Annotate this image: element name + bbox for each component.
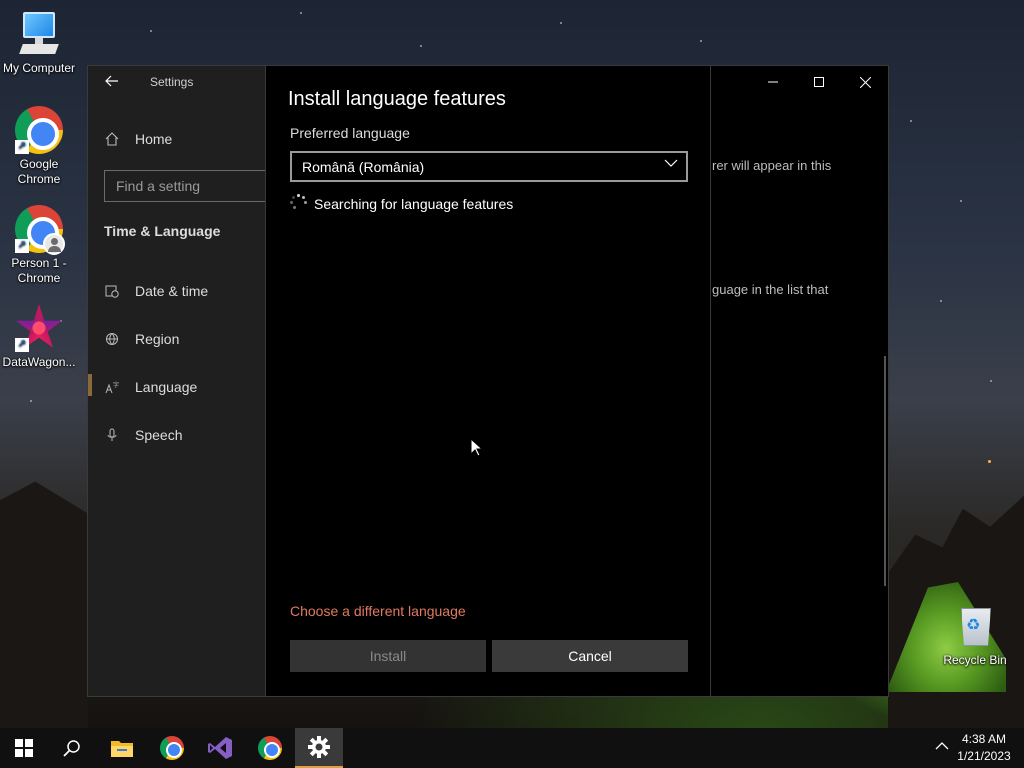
install-language-dialog: Install language features Preferred lang… bbox=[265, 66, 711, 696]
background-text: rer will appear in this bbox=[712, 158, 832, 173]
find-setting-input[interactable]: Find a setting bbox=[104, 170, 266, 202]
desktop-icon-label: My Computer bbox=[2, 61, 76, 75]
sidebar-item-label: Home bbox=[135, 131, 173, 147]
language-icon: 字 bbox=[105, 380, 119, 394]
start-button[interactable] bbox=[0, 728, 48, 768]
desktop-icon-my-computer[interactable]: My Computer bbox=[0, 10, 79, 76]
taskbar-visual-studio[interactable] bbox=[196, 728, 244, 768]
maximize-icon bbox=[814, 77, 824, 87]
mouse-cursor-icon bbox=[470, 438, 482, 457]
start-icon bbox=[15, 739, 33, 757]
settings-sidebar: Settings Home Find a setting Time & Lang… bbox=[88, 66, 266, 696]
desktop-icon-label: Google Chrome bbox=[17, 157, 61, 186]
settings-main-behind: rer will appear in this guage in the lis… bbox=[712, 66, 888, 696]
dialog-title: Install language features bbox=[288, 88, 506, 110]
sidebar-item-label: Date & time bbox=[135, 283, 209, 299]
chrome-profile-icon: ↗ bbox=[15, 205, 65, 255]
search-status-text: Searching for language features bbox=[314, 196, 514, 212]
clock-time: 4:38 AM bbox=[961, 732, 1007, 746]
sidebar-item-speech[interactable]: Speech bbox=[105, 420, 182, 450]
desktop-icon-label: Person 1 - Chrome bbox=[11, 256, 67, 285]
microphone-icon bbox=[105, 428, 119, 442]
install-button[interactable]: Install bbox=[290, 640, 486, 672]
datawagon-icon: ↗ bbox=[15, 304, 63, 352]
taskbar-clock[interactable]: 4:38 AM 1/21/2023 bbox=[954, 731, 1014, 765]
desktop-icon-recycle-bin[interactable]: ♻ Recycle Bin bbox=[935, 602, 1015, 668]
sidebar-item-date-time[interactable]: Date & time bbox=[105, 276, 208, 306]
preferred-language-label: Preferred language bbox=[290, 125, 410, 141]
chrome-icon: ↗ bbox=[15, 106, 63, 154]
back-arrow-icon[interactable] bbox=[105, 74, 119, 93]
taskbar-search-button[interactable] bbox=[48, 728, 96, 768]
search-icon bbox=[63, 740, 80, 757]
file-explorer-icon bbox=[111, 741, 133, 757]
calendar-clock-icon bbox=[105, 284, 119, 298]
computer-icon bbox=[15, 10, 63, 58]
taskbar-settings[interactable] bbox=[295, 728, 343, 768]
choose-different-language-link[interactable]: Choose a different language bbox=[290, 603, 466, 619]
sidebar-item-label: Region bbox=[135, 331, 180, 347]
minimize-icon bbox=[768, 81, 778, 83]
selected-language-value: Română (România) bbox=[302, 158, 425, 175]
taskbar-file-explorer[interactable] bbox=[98, 728, 146, 768]
globe-icon bbox=[105, 332, 119, 346]
window-title: Settings bbox=[150, 75, 194, 89]
sidebar-item-label: Speech bbox=[135, 427, 183, 443]
sidebar-item-region[interactable]: Region bbox=[105, 324, 179, 354]
close-button[interactable] bbox=[842, 66, 888, 98]
chevron-up-icon[interactable] bbox=[934, 738, 950, 754]
loading-spinner-icon bbox=[290, 194, 308, 212]
close-icon bbox=[859, 76, 871, 88]
chrome-icon bbox=[258, 736, 282, 760]
sidebar-item-label: Language bbox=[135, 379, 198, 395]
preferred-language-dropdown[interactable]: Română (România) bbox=[290, 151, 688, 182]
recycle-bin-icon: ♻ bbox=[951, 602, 999, 650]
chrome-icon bbox=[160, 736, 184, 760]
settings-icon bbox=[308, 736, 330, 758]
home-icon bbox=[105, 132, 119, 146]
taskbar: 4:38 AM 1/21/2023 bbox=[0, 728, 1024, 768]
maximize-button[interactable] bbox=[796, 66, 842, 98]
cancel-button[interactable]: Cancel bbox=[492, 640, 688, 672]
svg-text:字: 字 bbox=[113, 381, 119, 389]
scrollbar[interactable] bbox=[884, 356, 886, 586]
sidebar-section-title: Time & Language bbox=[104, 223, 221, 239]
visual-studio-icon bbox=[208, 737, 232, 759]
sidebar-item-home[interactable]: Home bbox=[105, 124, 172, 154]
desktop-icon-label: DataWagon... bbox=[2, 355, 76, 369]
taskbar-chrome[interactable] bbox=[148, 728, 196, 768]
taskbar-chrome-profile[interactable] bbox=[246, 728, 294, 768]
selected-indicator bbox=[88, 374, 92, 396]
clock-date: 1/21/2023 bbox=[957, 749, 1011, 763]
desktop-icon-label: Recycle Bin bbox=[943, 653, 1007, 667]
desktop-icon-person1-chrome[interactable]: ↗ Person 1 - Chrome bbox=[0, 205, 79, 286]
desktop-icon-google-chrome[interactable]: ↗ Google Chrome bbox=[0, 106, 79, 187]
minimize-button[interactable] bbox=[750, 66, 796, 98]
sidebar-item-language[interactable]: 字 Language bbox=[105, 372, 197, 402]
chevron-down-icon bbox=[664, 159, 678, 167]
background-text: guage in the list that bbox=[712, 282, 829, 297]
desktop-icon-datawagon[interactable]: ↗ DataWagon... bbox=[0, 304, 79, 370]
